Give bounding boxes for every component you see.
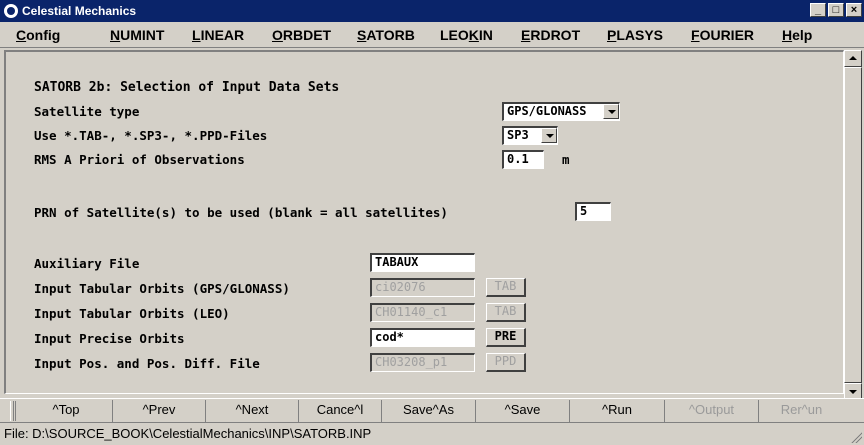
output-button: ^Output	[665, 400, 759, 422]
status-bar: File: D:\SOURCE_BOOK\CelestialMechanics\…	[0, 422, 864, 445]
menu-config[interactable]: Config	[16, 27, 60, 43]
window-title: Celestial Mechanics	[22, 4, 137, 18]
file-type-select[interactable]: SP3	[502, 126, 558, 145]
satellite-type-label: Satellite type	[34, 104, 140, 119]
menu-orbdet[interactable]: ORBDET	[272, 27, 331, 43]
next-button[interactable]: ^Next	[206, 400, 299, 422]
top-button[interactable]: ^Top	[20, 400, 113, 422]
menu-linear[interactable]: LINEAR	[192, 27, 244, 43]
toolbar-grip	[10, 401, 16, 421]
precise-orbits-label: Input Precise Orbits	[34, 331, 185, 346]
button-bar: ^Top ^Prev ^Next Cance^l Save^As ^Save ^…	[0, 398, 864, 422]
tab-orbits-leo-button: TAB	[486, 303, 526, 322]
save-button[interactable]: ^Save	[476, 400, 570, 422]
close-button[interactable]: ×	[846, 3, 862, 17]
menu-bar: Config NUMINT LINEAR ORBDET SATORB LEOKI…	[0, 22, 864, 48]
rms-label: RMS A Priori of Observations	[34, 152, 245, 167]
title-bar: Celestial Mechanics _ □ ×	[0, 0, 864, 22]
rerun-button: Rer^un	[780, 402, 823, 417]
run-button[interactable]: ^Run	[570, 400, 665, 422]
pos-diff-button: PPD	[486, 353, 526, 372]
scroll-thumb[interactable]	[844, 67, 862, 383]
prev-button[interactable]: ^Prev	[113, 400, 206, 422]
menu-satorb[interactable]: SATORB	[357, 27, 415, 43]
scroll-up-icon[interactable]	[844, 50, 862, 67]
minimize-button[interactable]: _	[810, 3, 826, 17]
precise-orbits-button[interactable]: PRE	[486, 328, 526, 347]
file-type-label: Use *.TAB-, *.SP3-, *.PPD-Files	[34, 128, 268, 143]
precise-orbits-input[interactable]: cod*	[370, 328, 475, 347]
maximize-button[interactable]: □	[828, 3, 844, 17]
tab-orbits-leo-label: Input Tabular Orbits (LEO)	[34, 306, 230, 321]
rms-unit: m	[562, 152, 570, 167]
tab-orbits-leo-input: CH01140_c1	[370, 303, 475, 322]
resize-grip-icon[interactable]	[850, 431, 862, 443]
app-icon	[4, 4, 18, 18]
cancel-button[interactable]: Cance^l	[299, 400, 382, 422]
pos-diff-label: Input Pos. and Pos. Diff. File	[34, 356, 260, 371]
menu-erdrot[interactable]: ERDROT	[521, 27, 580, 43]
status-file-path: File: D:\SOURCE_BOOK\CelestialMechanics\…	[4, 426, 372, 441]
prn-label: PRN of Satellite(s) to be used (blank = …	[34, 205, 448, 220]
aux-file-input[interactable]: TABAUX	[370, 253, 475, 272]
menu-help[interactable]: Help	[782, 27, 812, 43]
menu-plasys[interactable]: PLASYS	[607, 27, 663, 43]
menu-leokin[interactable]: LEOKIN	[440, 27, 493, 43]
input-panel: SATORB 2b: Selection of Input Data Sets …	[4, 50, 844, 394]
vertical-scrollbar[interactable]	[844, 50, 862, 400]
rms-input[interactable]: 0.1	[502, 150, 544, 169]
tab-orbits-input: ci02076	[370, 278, 475, 297]
prn-input[interactable]: 5	[575, 202, 611, 221]
menu-fourier[interactable]: FOURIER	[691, 27, 754, 43]
satellite-type-select[interactable]: GPS/GLONASS	[502, 102, 620, 121]
save-as-button[interactable]: Save^As	[382, 400, 476, 422]
chevron-down-icon	[541, 128, 557, 143]
chevron-down-icon	[603, 104, 619, 119]
panel-heading: SATORB 2b: Selection of Input Data Sets	[34, 80, 340, 95]
tab-orbits-button: TAB	[486, 278, 526, 297]
window-controls: _ □ ×	[810, 3, 862, 17]
tab-orbits-label: Input Tabular Orbits (GPS/GLONASS)	[34, 281, 290, 296]
menu-numint[interactable]: NUMINT	[110, 27, 164, 43]
aux-file-label: Auxiliary File	[34, 256, 140, 271]
pos-diff-input: CH03208_p1	[370, 353, 475, 372]
